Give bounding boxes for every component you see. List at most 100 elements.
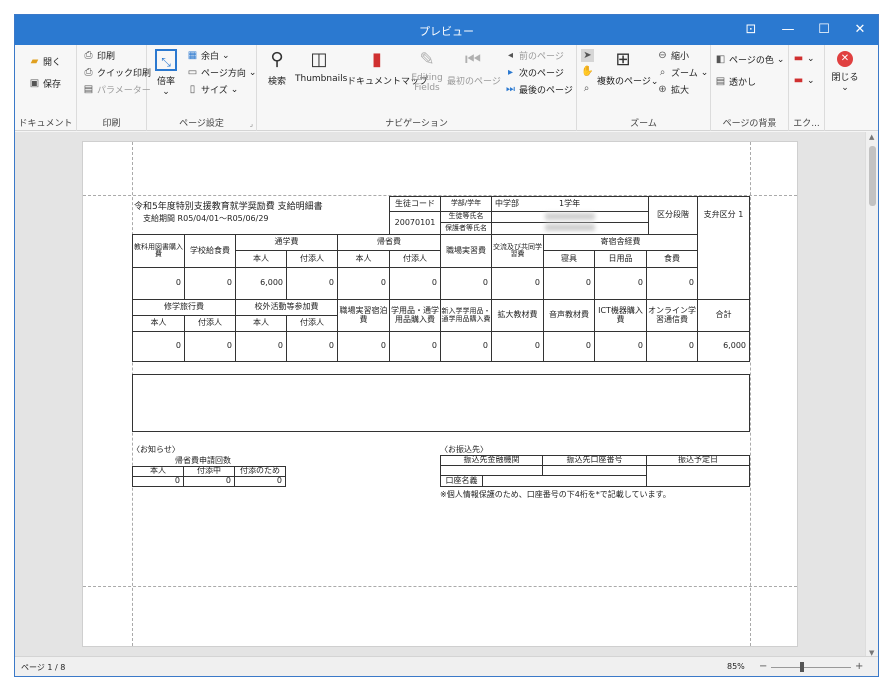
value-online: 0 [646, 331, 698, 362]
thumbnails-icon: ◫ [310, 49, 328, 70]
header-exchange: 交流及び共同学習費 [491, 234, 544, 268]
export-button[interactable]: ▬ ⌄ [793, 53, 815, 64]
privacy-note: ※個人情報保護のため、口座番号の下4桁を*で記載しています。 [440, 490, 671, 499]
value-commute-self: 6,000 [235, 267, 287, 300]
thumbnails-button[interactable]: ◫ Thumbnails [295, 49, 347, 84]
parameters-button[interactable]: ▤ パラメーター [83, 83, 151, 96]
header-activity: 校外活動等参加費 [235, 299, 338, 316]
header-online: オンライン学習通信費 [646, 299, 698, 332]
zoom-slider[interactable] [771, 667, 851, 668]
account-name-label: 口座名義 [440, 475, 483, 487]
chevron-down-icon: ⌄ [807, 53, 815, 64]
header-internship: 職場実習費 [440, 234, 492, 268]
group-label-page-setup: ページ設定 [179, 119, 224, 129]
folder-icon: ▰ [30, 56, 39, 67]
watermark-button[interactable]: ▤ 透かし [715, 75, 756, 88]
header-home-attendant: 付添人 [389, 250, 441, 268]
preview-window: プレビュー ⊡ — ☐ ✕ ▰ 開く ▣ 保存 ドキュメント ⎙ 印刷 ⎙ クイック印刷… [14, 14, 879, 677]
group-page-setup: ⤡ 倍率 ⌄ ▦ 余白 ⌄ ▭ ページ方向 ⌄ ▯ サイズ ⌄ ページ設定 ⌟ [147, 45, 257, 131]
header-commute-self: 本人 [235, 250, 287, 268]
student-code-label: 生徒コード [389, 196, 441, 212]
disk-icon: ▣ [29, 78, 40, 89]
value-trip-self: 0 [132, 331, 185, 362]
scroll-thumb[interactable] [869, 146, 876, 206]
document-map-button[interactable]: ▮ ドキュメントマップ [347, 49, 428, 87]
multi-page-button[interactable]: ⊞ 複数のページ⌄ [597, 49, 658, 87]
dialog-launcher-icon[interactable]: ⌟ [250, 120, 253, 128]
zoom-dropdown[interactable]: ⌕ ズーム ⌄ [657, 66, 709, 79]
last-page-button[interactable]: ⏭ 最後のページ [505, 83, 573, 96]
value-bedding: 0 [543, 267, 595, 300]
scroll-up-icon[interactable]: ▲ [869, 133, 874, 141]
ribbon: ▰ 開く ▣ 保存 ドキュメント ⎙ 印刷 ⎙ クイック印刷 ▤ パラメーター 印刷 ⤡ 倍… [15, 45, 878, 131]
value-school-supplies: 0 [389, 331, 441, 362]
value-food: 0 [646, 267, 698, 300]
header-bedding: 寝具 [543, 250, 595, 268]
header-trip-self: 本人 [132, 315, 185, 332]
first-page-button[interactable]: ⏮ 最初のページ [447, 49, 501, 87]
close-preview-button[interactable]: ✕ 閉じる ⌄ [829, 51, 861, 93]
notice-val-self: 0 [132, 476, 184, 487]
margins-button[interactable]: ▦ 余白 ⌄ [187, 49, 230, 62]
chevron-down-icon: ⌄ [807, 75, 815, 86]
group-label-export: エク... [793, 119, 820, 129]
editing-fields-icon: ✎ [419, 49, 435, 70]
zoom-slider-thumb[interactable] [800, 662, 804, 672]
zoom-out-icon[interactable]: − [759, 661, 767, 672]
value-ict: 0 [594, 331, 647, 362]
transfer-date-value [646, 465, 750, 487]
group-background: ◧ ページの色 ⌄ ▤ 透かし ページの背景 [711, 45, 789, 131]
pointer-tool-button[interactable]: ➤ [581, 49, 594, 62]
editing-fields-button[interactable]: ✎ Editing Fields [409, 49, 445, 94]
header-dorm: 寄宿舎経費 [543, 234, 698, 251]
orientation-icon: ▭ [187, 67, 198, 78]
page-size-icon: ▯ [189, 84, 196, 95]
payment-class: 支弁区分 1 [697, 196, 750, 235]
open-button[interactable]: ▰ 開く [29, 55, 61, 68]
print-button[interactable]: ⎙ 印刷 [83, 49, 116, 62]
magnifier-tool-button[interactable]: ⌕ [581, 83, 592, 94]
chevron-down-icon: ⌄ [222, 50, 230, 61]
maximize-button[interactable]: ☐ [807, 15, 841, 45]
zoom-level: 85% [727, 662, 745, 671]
zoom-out-button[interactable]: ⊖ 縮小 [657, 49, 689, 62]
search-button[interactable]: ⚲ 検索 [263, 49, 291, 87]
group-close: ✕ 閉じる ⌄ [825, 45, 865, 131]
zoom-in-icon[interactable]: + [855, 661, 863, 672]
header-enlarged: 拡大教材費 [491, 299, 544, 332]
size-button[interactable]: ▯ サイズ ⌄ [187, 83, 239, 96]
status-bar: ページ 1 / 8 85% − + [15, 656, 878, 676]
send-icon: ▬ [793, 75, 804, 86]
header-total: 合計 [697, 299, 750, 332]
hand-tool-button[interactable]: ✋ [581, 66, 594, 77]
bookmark-icon: ▮ [372, 49, 382, 70]
chevron-down-icon: ⌄ [776, 54, 785, 65]
header-activity-attendant: 付添人 [286, 315, 338, 332]
document-viewer[interactable]: 令和5年度特別支援教育就学奨励費 支給明細書 支給期間 R05/04/01〜R0… [15, 132, 865, 658]
margin-guide [83, 586, 797, 587]
quick-print-button[interactable]: ⎙ クイック印刷 [83, 66, 152, 79]
page-color-button[interactable]: ◧ ページの色 ⌄ [715, 53, 785, 66]
dept-grade-label: 学部/学年 [440, 196, 492, 212]
header-trip-attendant: 付添人 [184, 315, 236, 332]
printer-icon: ⎙ [84, 50, 93, 61]
prev-page-button[interactable]: ◂ 前のページ [505, 49, 564, 62]
scale-button[interactable]: ⤡ 倍率 ⌄ [151, 49, 181, 97]
restore-layout-button[interactable]: ⊡ [734, 15, 768, 45]
save-button[interactable]: ▣ 保存 [29, 77, 61, 90]
next-page-button[interactable]: ▸ 次のページ [505, 66, 564, 79]
header-school-supplies: 学用品・通学用品購入費 [389, 299, 441, 332]
orientation-button[interactable]: ▭ ページ方向 ⌄ [187, 66, 257, 79]
header-food: 食費 [646, 250, 698, 268]
header-activity-self: 本人 [235, 315, 287, 332]
zoom-in-button[interactable]: ⊕ 拡大 [657, 83, 689, 96]
zoom-out-icon: ⊖ [658, 50, 667, 61]
close-window-button[interactable]: ✕ [843, 15, 877, 45]
watermark-icon: ▤ [715, 76, 726, 87]
vertical-scrollbar[interactable]: ▲ ▼ [865, 132, 878, 658]
zoom-in-icon: ⊕ [658, 84, 667, 95]
title-bar: プレビュー ⊡ — ☐ ✕ [15, 15, 878, 45]
hand-icon: ✋ [581, 66, 594, 77]
minimize-button[interactable]: — [771, 15, 805, 45]
send-button[interactable]: ▬ ⌄ [793, 75, 815, 86]
